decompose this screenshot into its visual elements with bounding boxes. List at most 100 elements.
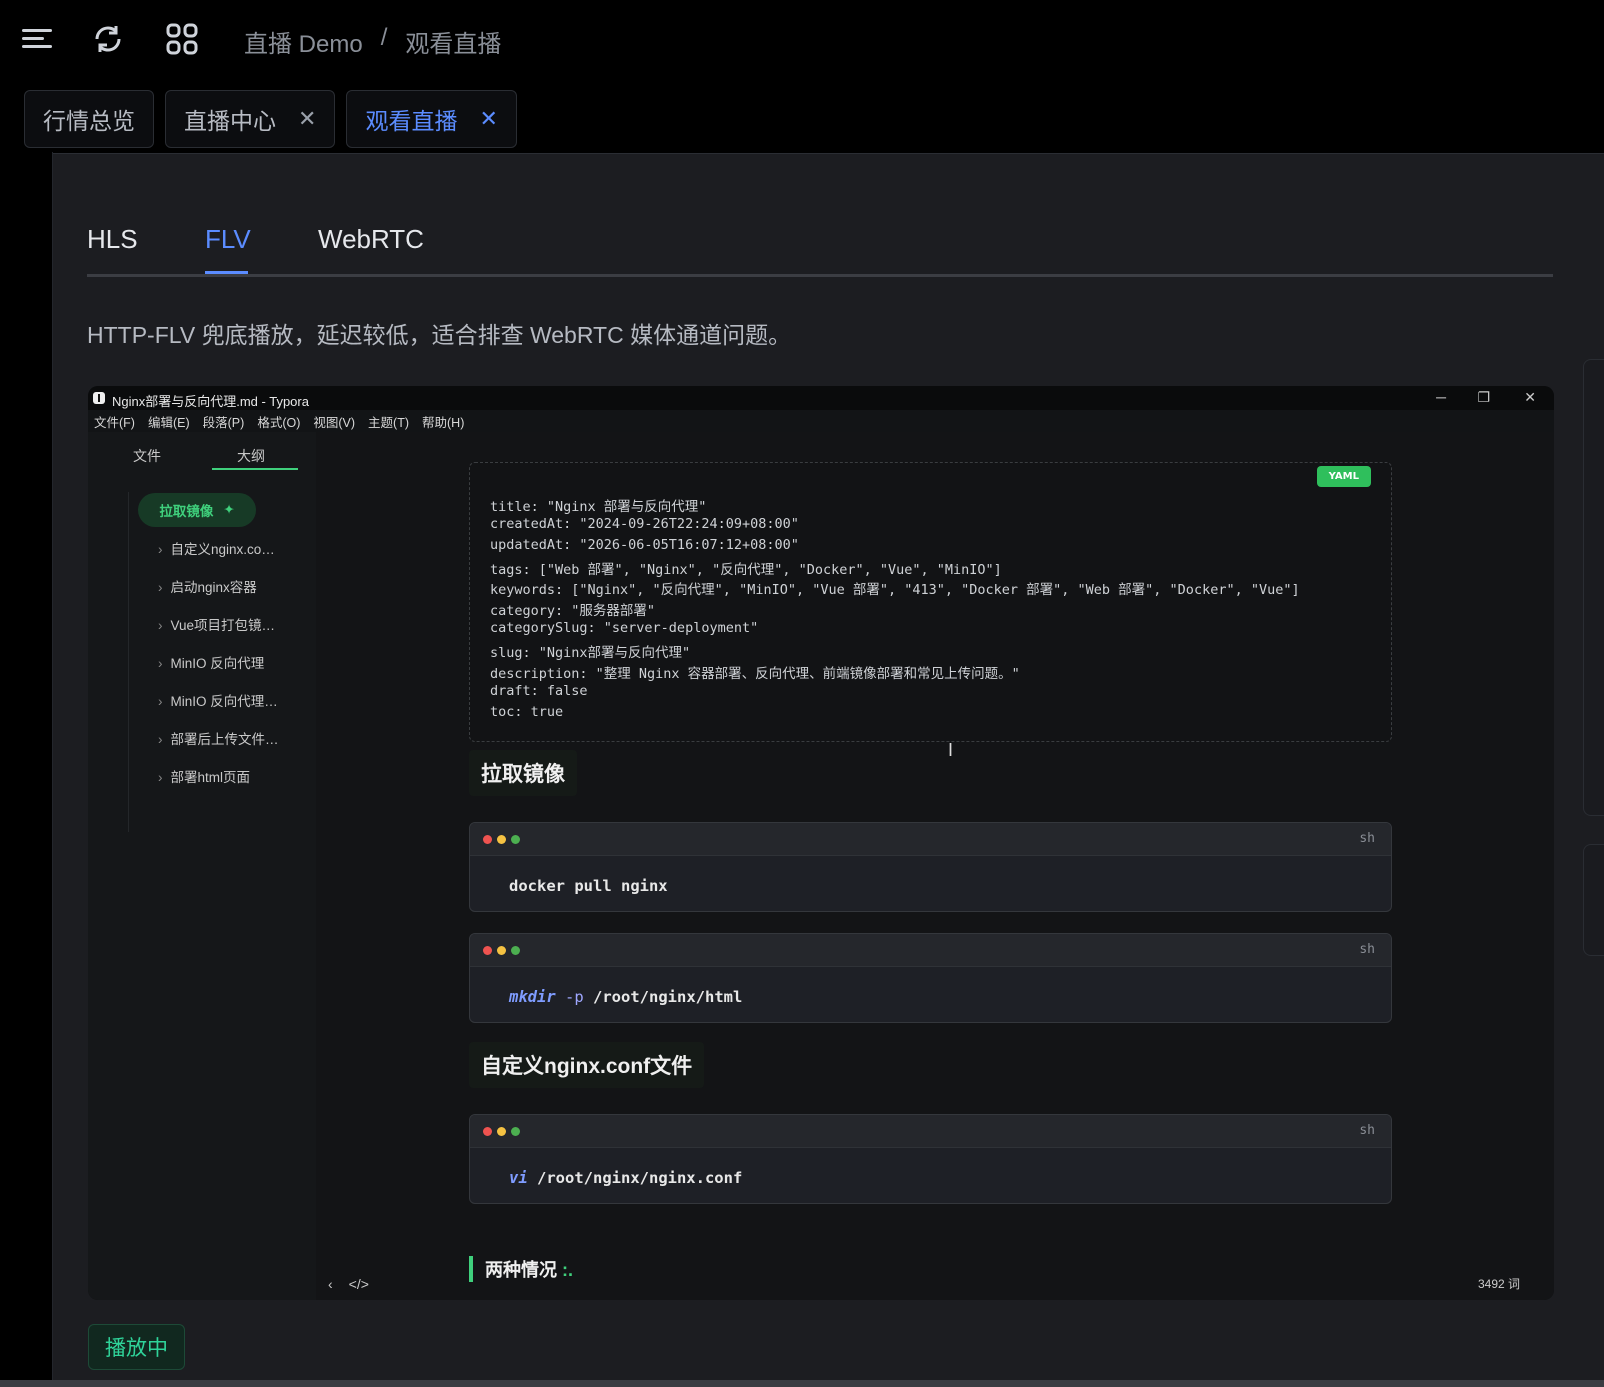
outline-item: › 启动nginx容器 (158, 576, 257, 596)
code-line: docker pull nginx (509, 877, 668, 895)
side-panel-edge-lower[interactable] (1583, 844, 1604, 956)
chevron-right-icon: › (158, 618, 163, 633)
yellow-dot-icon (497, 946, 506, 955)
doc-blockquote: 两种情况 :. (469, 1256, 573, 1282)
yaml-line: createdAt: "2024-09-26T22:24:09+08:00" (490, 516, 799, 532)
page-tab-watch-live[interactable]: 观看直播 ✕ (346, 90, 517, 148)
page-tab-live-center[interactable]: 直播中心 ✕ (165, 90, 336, 148)
minimize-icon: ─ (1436, 389, 1446, 405)
yaml-front-matter: YAML title: "Nginx 部署与反向代理" createdAt: "… (469, 462, 1392, 742)
close-icon[interactable]: ✕ (479, 106, 497, 132)
code-args: /root/nginx/nginx.conf (527, 1169, 743, 1187)
green-dot-icon (511, 1127, 520, 1136)
blockquote-suffix: :. (562, 1260, 574, 1280)
code-block: sh docker pull nginx (469, 822, 1392, 912)
captured-menubar: 文件(F) 编辑(E) 段落(P) 格式(O) 视图(V) 主题(T) 帮助(H… (88, 410, 1554, 432)
horizontal-scrollbar[interactable] (0, 1380, 1604, 1387)
tab-flv[interactable]: FLV (205, 224, 251, 255)
yaml-line: category: "服务器部署" (490, 603, 656, 619)
sparkle-icon: ✦ (223, 502, 235, 517)
captured-document: YAML title: "Nginx 部署与反向代理" createdAt: "… (316, 432, 1554, 1300)
red-dot-icon (483, 1127, 492, 1136)
outline-item-label: MinIO 反向代理… (170, 694, 278, 709)
typora-logo-icon (93, 392, 105, 404)
menu-paragraph: 段落(P) (202, 415, 245, 430)
outline-item: › MinIO 反向代理 (158, 652, 264, 672)
outline-tab-outline: 大纲 (237, 448, 265, 464)
active-tab-indicator (205, 271, 248, 274)
outline-item-label: 部署后上传文件… (170, 732, 279, 747)
code-command: mkdir (509, 988, 556, 1006)
chevron-right-icon: › (158, 542, 163, 557)
page-tab-label: 直播中心 (184, 108, 276, 134)
code-block: sh mkdir -p /root/nginx/html (469, 933, 1392, 1023)
source-code-icon: </> (348, 1276, 369, 1292)
chevron-right-icon: › (158, 732, 163, 747)
outline-tab-indicator (212, 468, 298, 470)
yaml-line: slug: "Nginx部署与反向代理" (490, 645, 691, 661)
doc-heading-custom-conf: 自定义nginx.conf文件 (469, 1042, 705, 1088)
protocol-description: HTTP-FLV 兜底播放，延迟较低，适合排查 WebRTC 媒体通道问题。 (87, 322, 792, 348)
green-dot-icon (511, 946, 520, 955)
menu-fold-icon[interactable] (20, 22, 54, 56)
outline-active-item: 拉取镜像 ✦ (138, 493, 256, 527)
code-lang: sh (1359, 831, 1375, 846)
outline-item: › MinIO 反向代理… (158, 690, 278, 710)
yaml-line: tags: ["Web 部署", "Nginx", "反向代理", "Docke… (490, 562, 1002, 578)
top-bar: 直播 Demo / 观看直播 (0, 0, 1604, 80)
close-icon[interactable]: ✕ (298, 106, 316, 132)
breadcrumb-item-live-demo[interactable]: 直播 Demo (244, 24, 363, 59)
code-block-header: sh (470, 1115, 1391, 1148)
code-flag: -p (565, 988, 584, 1006)
chevron-right-icon: › (158, 694, 163, 709)
page-tab-market-overview[interactable]: 行情总览 (24, 90, 154, 148)
outline-item-label: MinIO 反向代理 (170, 656, 265, 671)
red-dot-icon (483, 835, 492, 844)
outline-tab-files: 文件 (133, 448, 161, 464)
page-tab-label: 观看直播 (365, 108, 458, 134)
blockquote-text: 两种情况 (485, 1260, 557, 1280)
code-lang: sh (1359, 942, 1375, 957)
refresh-icon[interactable] (91, 22, 125, 56)
yaml-line: keywords: ["Nginx", "反向代理", "MinIO", "Vu… (490, 582, 1300, 598)
chevron-left-icon: ‹ (328, 1276, 333, 1292)
menu-theme: 主题(T) (368, 415, 410, 430)
chevron-right-icon: › (158, 656, 163, 671)
protocol-tabs: HLS FLV WebRTC (87, 222, 1553, 277)
sidebar-collapsed (0, 152, 53, 1387)
code-block-header: sh (470, 823, 1391, 856)
tab-webrtc[interactable]: WebRTC (318, 224, 424, 255)
menu-edit: 编辑(E) (147, 415, 190, 430)
status-badge: 播放中 (88, 1324, 185, 1370)
side-panel-edge[interactable] (1583, 359, 1604, 816)
yaml-badge: YAML (1316, 466, 1371, 487)
captured-window-titlebar: Nginx部署与反向代理.md - Typora ─ ❐ ✕ (88, 386, 1554, 410)
outline-guide-line (128, 492, 129, 832)
yaml-line: toc: true (490, 704, 564, 720)
apps-grid-icon[interactable] (165, 22, 199, 56)
outline-item-label: 自定义nginx.co… (170, 542, 275, 557)
video-player[interactable]: Nginx部署与反向代理.md - Typora ─ ❐ ✕ 文件(F) 编辑(… (88, 386, 1554, 1300)
captured-window-title: Nginx部署与反向代理.md - Typora (112, 394, 309, 409)
code-line: mkdir -p /root/nginx/html (509, 988, 742, 1006)
breadcrumb: 直播 Demo / 观看直播 (244, 24, 501, 59)
outline-item: › 部署html页面 (158, 766, 250, 786)
captured-outline-panel: 文件 大纲 拉取镜像 ✦ › 自定义nginx.co… › 启动nginx容器 › V… (88, 432, 316, 1300)
text-cursor-icon: I (948, 740, 954, 760)
code-lang: sh (1359, 1123, 1375, 1138)
doc-heading-pull-image: 拉取镜像 (469, 750, 577, 796)
menu-help: 帮助(H) (422, 415, 465, 430)
green-dot-icon (511, 835, 520, 844)
yellow-dot-icon (497, 835, 506, 844)
yaml-line: title: "Nginx 部署与反向代理" (490, 499, 707, 515)
close-icon: ✕ (1524, 389, 1536, 405)
chevron-right-icon: › (158, 770, 163, 785)
yaml-line: draft: false (490, 683, 588, 699)
menu-view: 视图(V) (313, 415, 356, 430)
captured-status-left: ‹ </> (328, 1276, 369, 1292)
outline-item-label: Vue项目打包镜… (170, 618, 276, 633)
word-count: 3492 词 (1477, 1277, 1520, 1291)
tab-hls[interactable]: HLS (87, 224, 138, 255)
yaml-line: description: "整理 Nginx 容器部署、反向代理、前端镜像部署和… (490, 666, 1020, 682)
page-tab-label: 行情总览 (43, 108, 135, 134)
